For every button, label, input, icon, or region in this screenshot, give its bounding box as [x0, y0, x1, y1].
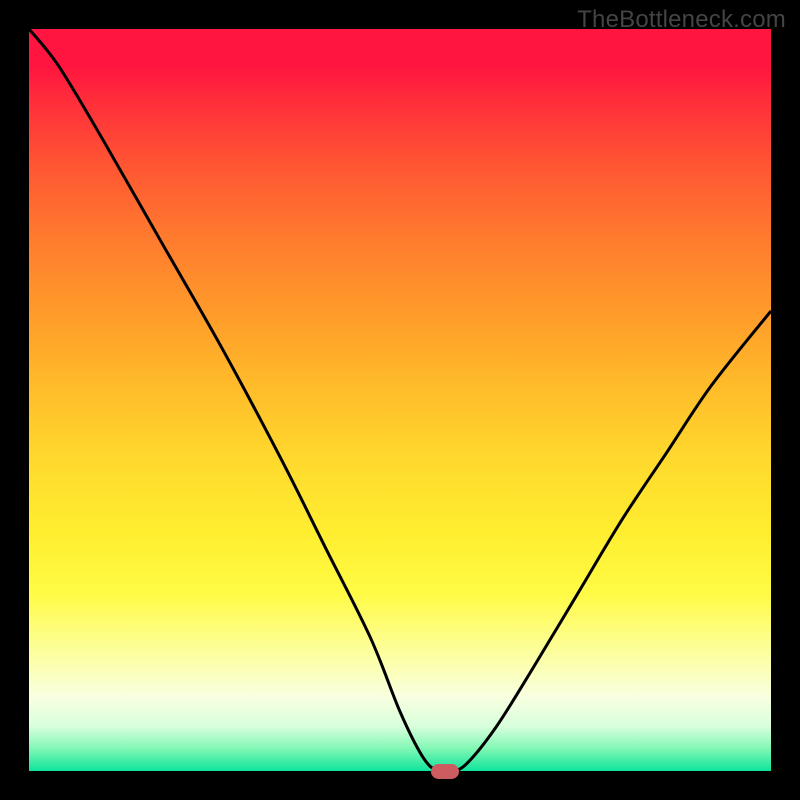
- watermark-text: TheBottleneck.com: [577, 6, 786, 34]
- optimal-point-marker: [431, 764, 459, 779]
- chart-frame: TheBottleneck.com: [0, 0, 800, 800]
- plot-area: [29, 29, 771, 771]
- bottleneck-curve: [29, 29, 771, 771]
